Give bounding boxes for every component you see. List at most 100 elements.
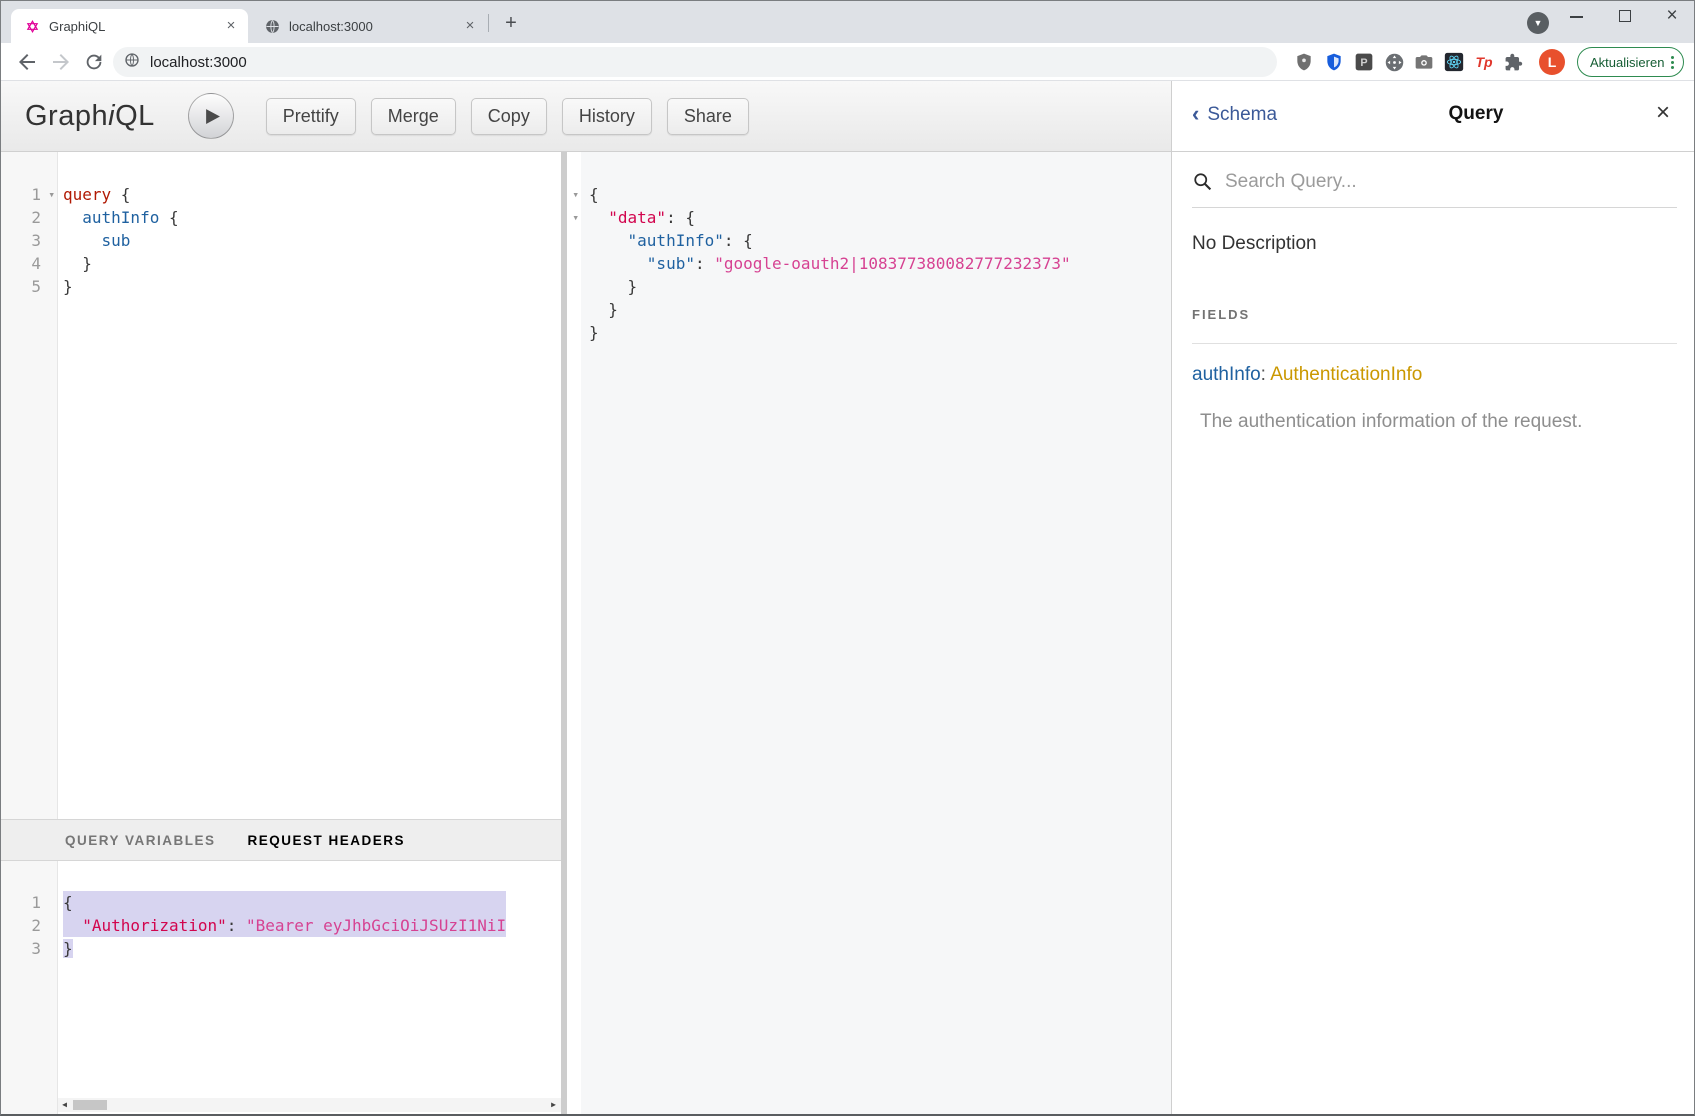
navigation-toolbar: P Tp L Aktualisieren (1, 43, 1695, 81)
scroll-left-arrow[interactable]: ◀ (58, 1098, 71, 1112)
copy-button[interactable]: Copy (471, 98, 547, 135)
address-input[interactable] (150, 54, 1050, 71)
gutter-row: 1▾ (1, 183, 57, 206)
scrollbar-thumb[interactable] (73, 1100, 107, 1110)
code-line[interactable]: } (589, 275, 1071, 298)
docs-back-label: Schema (1207, 104, 1277, 126)
graphiql-logo-icon (24, 18, 41, 35)
gutter-row (567, 229, 581, 252)
update-button[interactable]: Aktualisieren (1577, 47, 1684, 77)
tab-separator (488, 14, 489, 32)
minimize-button[interactable] (1557, 1, 1597, 33)
new-tab-button[interactable]: + (497, 10, 525, 38)
gutter-row: 3 (1, 229, 57, 252)
code-line[interactable]: } (589, 321, 1071, 344)
tab-strip: GraphiQL × localhost:3000 × + ▼ × (1, 1, 1695, 43)
code-line[interactable]: sub (63, 229, 179, 252)
tab-query-variables[interactable]: QUERY VARIABLES (65, 833, 216, 848)
globe-icon (124, 52, 140, 73)
docs-back-link[interactable]: ‹ Schema (1192, 103, 1277, 127)
reload-icon[interactable] (83, 51, 105, 73)
tampermonkey-tp-icon[interactable]: Tp (1472, 50, 1496, 74)
react-devtools-icon[interactable] (1442, 50, 1466, 74)
horizontal-scrollbar[interactable]: ◀ ▶ (58, 1098, 561, 1112)
field-type-link[interactable]: AuthenticationInfo (1270, 364, 1422, 385)
gutter-row: 2 (1, 206, 57, 229)
back-icon[interactable] (15, 50, 39, 74)
close-icon[interactable]: × (461, 17, 479, 35)
fields-divider (1192, 343, 1677, 344)
query-editor[interactable]: 1▾2345 query { authInfo { sub }} (1, 152, 561, 819)
code-line[interactable]: "authInfo": { (589, 229, 1071, 252)
gutter-row: 5 (1, 275, 57, 298)
profile-avatar[interactable]: L (1539, 49, 1565, 75)
docs-panel: ‹ Schema Query × No Description FIELDS a… (1171, 81, 1695, 1116)
code-line[interactable]: "data": { (589, 206, 1071, 229)
ublock-shield-icon[interactable] (1292, 50, 1316, 74)
browser-window: GraphiQL × localhost:3000 × + ▼ × (0, 0, 1695, 1116)
line-number: 2 (31, 914, 41, 937)
docs-header: ‹ Schema Query × (1172, 81, 1695, 152)
bitwarden-shield-icon[interactable] (1322, 50, 1346, 74)
code-line[interactable]: } (63, 275, 179, 298)
field-name-link[interactable]: authInfo (1192, 364, 1261, 385)
play-icon (204, 108, 221, 125)
svg-text:P: P (1360, 57, 1367, 69)
code-line[interactable]: } (63, 937, 506, 960)
kebab-menu-icon (1671, 56, 1674, 69)
tab-request-headers[interactable]: REQUEST HEADERS (248, 833, 406, 848)
code-line[interactable]: query { (63, 183, 179, 206)
prettify-button[interactable]: Prettify (266, 98, 356, 135)
close-icon[interactable]: × (222, 17, 240, 35)
gutter-row: 3 (1, 937, 57, 960)
gutter-row: 2 (1, 914, 57, 937)
extensions-puzzle-icon[interactable] (1501, 50, 1525, 74)
update-button-label: Aktualisieren (1590, 55, 1664, 70)
graphiql-topbar: GraphiQL PrettifyMergeCopyHistoryShare (1, 81, 1171, 152)
code-line[interactable]: { (63, 891, 506, 914)
no-description-text: No Description (1192, 233, 1317, 255)
tab-localhost[interactable]: localhost:3000 × (251, 9, 487, 43)
fields-heading: FIELDS (1192, 307, 1250, 322)
fold-arrow-icon[interactable]: ▾ (572, 183, 579, 206)
close-icon[interactable]: × (1656, 99, 1670, 127)
line-number: 3 (31, 229, 41, 252)
chevron-down-icon[interactable]: ▼ (1527, 12, 1549, 34)
execute-button[interactable] (188, 93, 234, 139)
share-button[interactable]: Share (667, 98, 749, 135)
gutter-row (567, 275, 581, 298)
tab-title: GraphiQL (49, 19, 222, 34)
address-bar[interactable] (113, 47, 1277, 77)
fold-arrow-icon[interactable]: ▾ (48, 183, 55, 206)
gutter-row (567, 298, 581, 321)
result-viewer[interactable]: ▾▾ { "data": { "authInfo": { "sub": "goo… (567, 152, 1171, 1116)
window-close-button[interactable]: × (1651, 1, 1693, 33)
line-number: 4 (31, 252, 41, 275)
proxy-p-icon[interactable]: P (1352, 50, 1376, 74)
field-description: The authentication information of the re… (1200, 411, 1582, 433)
code-line[interactable]: "Authorization": "Bearer eyJhbGciOiJSUzI… (63, 914, 506, 937)
gutter-row: ▾ (567, 183, 581, 206)
variables-tab-bar: QUERY VARIABLES REQUEST HEADERS (1, 819, 561, 861)
history-button[interactable]: History (562, 98, 652, 135)
maximize-button[interactable] (1605, 1, 1645, 33)
code-line[interactable]: { (589, 183, 1071, 206)
merge-button[interactable]: Merge (371, 98, 456, 135)
code-line[interactable]: } (589, 298, 1071, 321)
scroll-right-arrow[interactable]: ▶ (547, 1098, 560, 1112)
query-editor-gutter: 1▾2345 (1, 152, 58, 819)
code-line[interactable]: } (63, 252, 179, 275)
docs-title: Query (1426, 103, 1526, 125)
move-tool-icon[interactable] (1382, 50, 1406, 74)
camera-icon[interactable] (1412, 50, 1436, 74)
docs-search-input[interactable] (1225, 171, 1625, 193)
tab-graphiql[interactable]: GraphiQL × (11, 9, 248, 43)
request-headers-editor[interactable]: 123 { "Authorization": "Bearer eyJhbGciO… (1, 861, 561, 1116)
gutter-row: 4 (1, 252, 57, 275)
code-line[interactable]: "sub": "google-oauth2|108377380082777232… (589, 252, 1071, 275)
docs-search (1192, 156, 1677, 208)
code-line[interactable]: authInfo { (63, 206, 179, 229)
forward-icon[interactable] (49, 50, 73, 74)
fold-arrow-icon[interactable]: ▾ (572, 206, 579, 229)
line-number: 1 (31, 891, 41, 914)
